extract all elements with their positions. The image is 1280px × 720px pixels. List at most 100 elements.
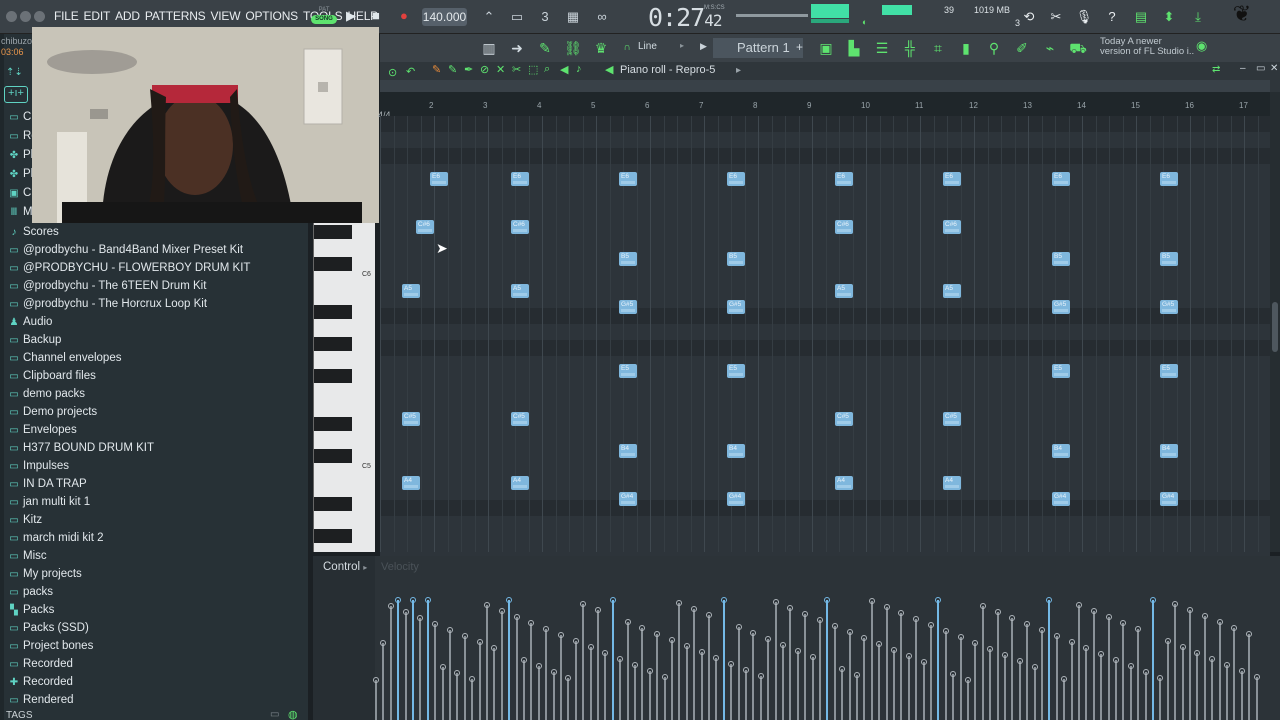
velocity-handle[interactable]	[1157, 675, 1164, 681]
browser-item[interactable]: ▭ Envelopes	[8, 422, 76, 438]
velocity-bar[interactable]	[930, 625, 932, 720]
velocity-bar[interactable]	[1218, 622, 1221, 720]
velocity-bar[interactable]	[523, 660, 525, 720]
undo-history-icon[interactable]: ⟲	[1017, 7, 1041, 27]
velocity-bar[interactable]	[382, 643, 385, 720]
velocity-bar[interactable]	[722, 600, 725, 720]
undo-icon[interactable]: ↶	[406, 65, 415, 78]
velocity-handle[interactable]	[1076, 602, 1082, 608]
velocity-bar[interactable]	[893, 650, 895, 720]
draw-tool-icon[interactable]: ✎	[432, 63, 441, 76]
velocity-handle[interactable]	[1061, 676, 1068, 682]
browser-item[interactable]: ▭ IN DA TRAP	[8, 476, 86, 492]
velocity-handle[interactable]	[913, 616, 920, 622]
velocity-bar[interactable]	[1189, 610, 1191, 720]
velocity-handle[interactable]	[528, 620, 535, 626]
velocity-handle[interactable]	[1098, 651, 1105, 657]
velocity-bar[interactable]	[1226, 665, 1228, 720]
velocity-handle[interactable]	[987, 646, 994, 652]
browser-item[interactable]: ▭ demo packs	[8, 386, 85, 402]
note[interactable]: C#5	[511, 412, 529, 426]
snap-dropdown-icon[interactable]: ▸	[680, 41, 684, 50]
black-key[interactable]	[314, 257, 352, 271]
velocity-bar[interactable]	[989, 649, 992, 720]
velocity-bar[interactable]	[944, 631, 947, 720]
velocity-bar[interactable]	[545, 629, 548, 720]
velocity-handle[interactable]	[846, 629, 853, 635]
velocity-handle[interactable]	[817, 617, 823, 623]
velocity-bar[interactable]	[1233, 628, 1236, 720]
velocity-handle[interactable]	[1105, 614, 1112, 620]
velocity-bar[interactable]	[767, 639, 770, 720]
velocity-bar[interactable]	[515, 617, 518, 720]
velocity-bar[interactable]	[560, 635, 562, 720]
piano-keyboard[interactable]: C6 C5	[313, 223, 375, 552]
velocity-handle[interactable]	[654, 631, 661, 637]
note[interactable]: E5	[727, 364, 745, 378]
microphone-icon[interactable]: 🎙	[1072, 7, 1096, 27]
note[interactable]: A5	[511, 284, 529, 298]
velocity-bar[interactable]	[375, 680, 377, 720]
pattern-selector[interactable]: Pattern 1	[713, 38, 803, 58]
velocity-handle[interactable]	[676, 600, 683, 606]
velocity-bar[interactable]	[1100, 654, 1103, 720]
browser-item[interactable]: ▭ @PRODBYCHU - FLOWERBOY DRUM KIT	[8, 260, 250, 276]
velocity-handle[interactable]	[698, 649, 705, 655]
browser-item[interactable]: ▭ My projects	[8, 566, 82, 582]
velocity-bar[interactable]	[493, 648, 496, 720]
help-icon[interactable]: ?	[1100, 7, 1124, 27]
velocity-handle[interactable]	[498, 608, 505, 614]
velocity-handle[interactable]	[595, 607, 601, 613]
velocity-handle[interactable]	[735, 624, 742, 630]
velocity-handle[interactable]	[868, 598, 875, 604]
velocity-bar[interactable]	[626, 622, 629, 720]
velocity-handle[interactable]	[876, 641, 883, 647]
note[interactable]: A4	[511, 476, 529, 490]
browser-item[interactable]: ▚ Packs	[8, 602, 54, 618]
velocity-bar[interactable]	[974, 643, 977, 720]
browser-item[interactable]: ▭ packs	[8, 584, 53, 600]
note[interactable]: E6	[835, 172, 853, 186]
velocity-handle[interactable]	[1201, 613, 1208, 619]
velocity-bar[interactable]	[693, 609, 696, 720]
velocity-handle[interactable]	[794, 648, 801, 654]
save-icon[interactable]: ▤	[1129, 7, 1153, 27]
note[interactable]: E5	[619, 364, 637, 378]
master-volume-slider[interactable]	[736, 14, 808, 17]
velocity-bar[interactable]	[900, 613, 903, 720]
velocity-handle[interactable]	[484, 602, 490, 608]
note[interactable]: C#5	[835, 412, 853, 426]
velocity-handle[interactable]	[432, 621, 439, 627]
browser-item[interactable]: ▭ Backup	[8, 332, 61, 348]
velocity-handle[interactable]	[720, 597, 727, 603]
note[interactable]: G#4	[1160, 492, 1178, 506]
velocity-bar[interactable]	[811, 657, 814, 720]
channel-rack-icon[interactable]: ▙	[843, 38, 865, 58]
slice-tool-icon[interactable]: ✂	[512, 63, 521, 76]
note[interactable]: A5	[835, 284, 853, 298]
velocity-bar[interactable]	[441, 667, 444, 720]
note[interactable]: B4	[1160, 444, 1178, 458]
record-icon[interactable]: ●	[400, 8, 408, 23]
velocity-bar[interactable]	[449, 630, 451, 720]
browser-item[interactable]: ▭ Project bones	[8, 638, 93, 654]
velocity-bar[interactable]	[878, 644, 881, 720]
velocity-bar[interactable]	[715, 658, 718, 720]
velocity-bar[interactable]	[804, 614, 807, 720]
step-edit-icon[interactable]: ▦	[561, 7, 585, 27]
note[interactable]: E6	[1052, 172, 1070, 186]
velocity-handle[interactable]	[380, 640, 387, 646]
velocity-handle[interactable]	[1046, 597, 1053, 603]
note[interactable]: C#5	[402, 412, 420, 426]
browser-item[interactable]: ▭ Channel envelopes	[8, 350, 121, 366]
velocity-bar[interactable]	[589, 647, 592, 720]
velocity-handle[interactable]	[661, 674, 668, 680]
velocity-handle[interactable]	[994, 609, 1001, 615]
velocity-handle[interactable]	[1016, 658, 1023, 664]
maximize-roll-icon[interactable]: ▭	[1256, 63, 1265, 74]
velocity-handle[interactable]	[513, 614, 520, 620]
velocity-handle[interactable]	[410, 597, 416, 603]
velocity-bar[interactable]	[478, 642, 481, 720]
velocity-handle[interactable]	[1039, 627, 1045, 633]
velocity-bar[interactable]	[1152, 600, 1154, 720]
